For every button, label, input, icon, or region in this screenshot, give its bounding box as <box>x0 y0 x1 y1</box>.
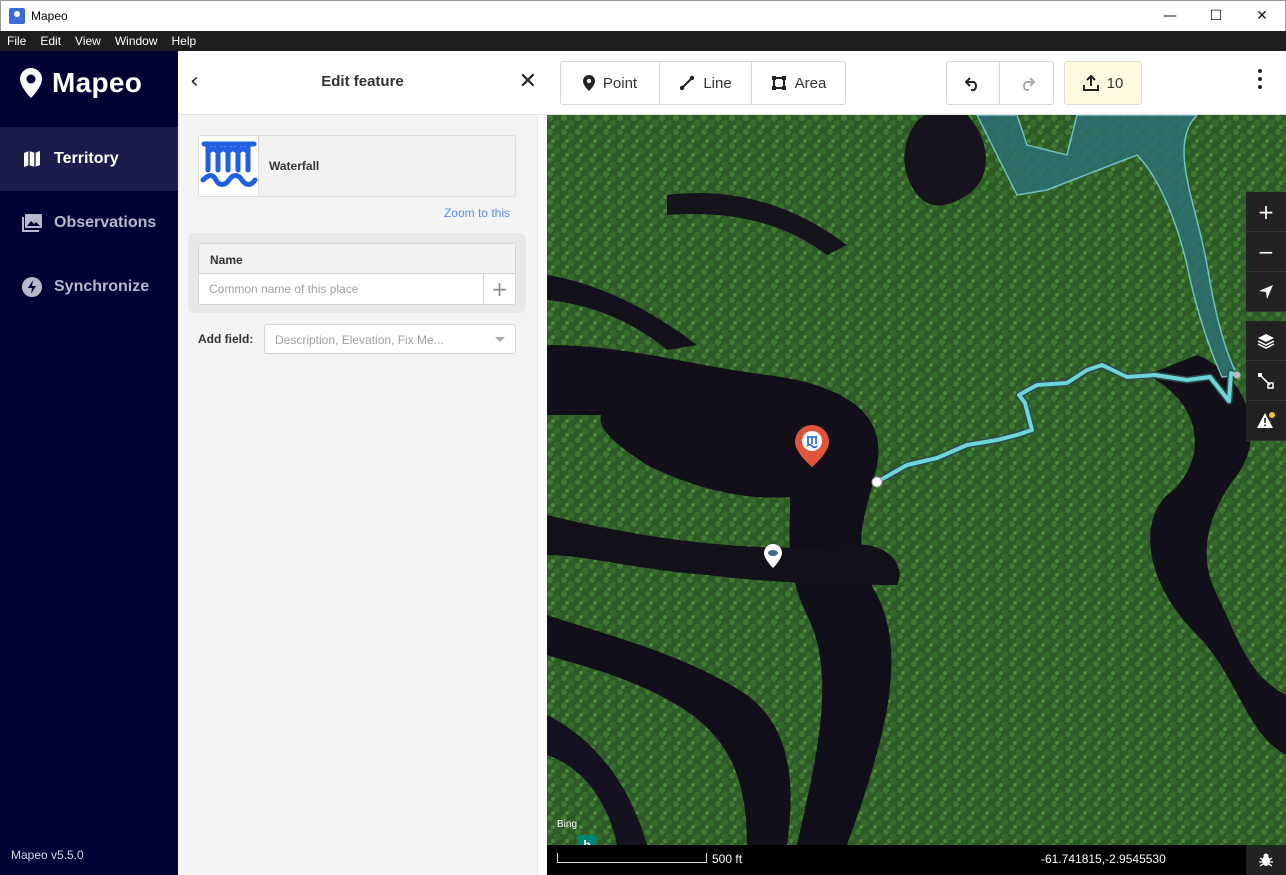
app-version: Mapeo v5.5.0 <box>11 848 84 862</box>
add-field-label: Add field: <box>198 332 254 346</box>
sidebar-item-observations[interactable]: Observations <box>0 191 178 255</box>
draw-tools: Point Line Area <box>560 61 846 105</box>
add-field-select[interactable]: Description, Elevation, Fix Me... <box>264 324 516 354</box>
bing-logo: b <box>577 835 597 845</box>
close-panel-button[interactable]: ✕ <box>519 69 537 94</box>
map-tools <box>1246 321 1286 441</box>
map-toolbar: Point Line Area 10 <box>547 51 1286 115</box>
bing-label: Bing <box>557 819 578 830</box>
add-line-button[interactable]: Line <box>660 62 752 104</box>
locate-button[interactable] <box>1246 272 1286 312</box>
add-field-placeholder: Description, Elevation, Fix Me... <box>275 333 444 347</box>
zoom-to-feature-link[interactable]: Zoom to this <box>444 206 510 220</box>
edit-geometry-button[interactable] <box>1246 361 1286 401</box>
upload-button[interactable]: 10 <box>1064 61 1142 105</box>
sidebar-item-label: Observations <box>54 214 157 231</box>
zoom-controls: + − <box>1246 192 1286 312</box>
scale-label: 500 ft <box>712 852 743 866</box>
point-label: Point <box>602 74 638 92</box>
satellite-imagery <box>547 115 1286 845</box>
redo-button[interactable] <box>1000 62 1053 104</box>
history-tools <box>946 61 1054 105</box>
upload-icon <box>1082 75 1099 91</box>
name-field-label: Name <box>199 244 515 274</box>
panel-scrollbar[interactable] <box>537 115 547 875</box>
bug-icon <box>1259 853 1273 867</box>
app-logo: Mapeo <box>20 67 142 99</box>
area-label: Area <box>794 74 827 92</box>
undo-button[interactable] <box>947 62 1000 104</box>
map-view[interactable]: + − b Bing <box>547 115 1286 845</box>
sidebar-item-synchronize[interactable]: Synchronize <box>0 255 178 319</box>
line-label: Line <box>703 74 732 92</box>
zoom-in-button[interactable]: + <box>1246 192 1286 232</box>
observation-marker[interactable] <box>764 544 782 568</box>
layers-button[interactable] <box>1246 321 1286 361</box>
menu-bar: File Edit View Window Help <box>0 31 1286 51</box>
zoom-out-button[interactable]: − <box>1246 232 1286 272</box>
point-icon <box>582 75 595 91</box>
chevron-down-icon <box>495 337 505 342</box>
scale-bar <box>557 853 707 863</box>
lightning-icon <box>22 277 42 297</box>
menu-view[interactable]: View <box>68 34 108 48</box>
sidebar-item-territory[interactable]: Territory <box>0 127 178 191</box>
issues-button[interactable] <box>1246 401 1286 441</box>
line-icon <box>679 75 695 91</box>
sidebar-item-label: Synchronize <box>54 278 150 295</box>
add-area-button[interactable]: Area <box>752 62 845 104</box>
vertex-icon <box>1258 372 1274 389</box>
locate-icon <box>1259 284 1273 299</box>
debug-button[interactable] <box>1246 845 1286 875</box>
preset-card[interactable]: Waterfall <box>198 135 516 197</box>
area-icon <box>771 75 787 91</box>
add-point-button[interactable]: Point <box>561 62 660 104</box>
menu-help[interactable]: Help <box>165 34 204 48</box>
cursor-coordinates: -61.741815,-2.9545530 <box>1041 852 1166 866</box>
window-titlebar: Mapeo — ☐ ✕ <box>0 0 1286 31</box>
edit-feature-panel: ‹ Edit feature ✕ Waterfall Zoom to this … <box>178 51 547 875</box>
photo-icon <box>22 213 42 233</box>
panel-title: Edit feature <box>321 73 404 90</box>
upload-count: 10 <box>1106 74 1124 92</box>
layers-icon <box>1257 333 1275 349</box>
selected-waterfall-marker[interactable] <box>795 425 829 467</box>
bing-attribution[interactable]: b Bing <box>557 819 597 845</box>
undo-icon <box>965 77 977 91</box>
app-icon <box>9 8 25 24</box>
location-pin-icon <box>20 68 42 98</box>
sidebar: Mapeo Territory Observations Synchronize… <box>0 51 178 875</box>
more-options-icon[interactable] <box>1258 69 1262 93</box>
map-footer: 500 ft -61.741815,-2.9545530 <box>547 845 1286 875</box>
sidebar-item-label: Territory <box>54 150 119 167</box>
add-translation-button[interactable]: + <box>484 274 515 304</box>
menu-window[interactable]: Window <box>108 34 165 48</box>
name-input[interactable] <box>199 274 484 304</box>
map-icon <box>22 149 42 169</box>
name-field: Name + <box>198 243 516 305</box>
menu-file[interactable]: File <box>0 34 33 48</box>
window-title: Mapeo <box>31 9 68 23</box>
close-window-button[interactable]: ✕ <box>1239 1 1285 31</box>
maximize-button[interactable]: ☐ <box>1193 1 1239 31</box>
minimize-button[interactable]: — <box>1147 1 1193 31</box>
warning-icon <box>1257 411 1275 428</box>
panel-header: ‹ Edit feature ✕ <box>178 51 547 115</box>
preset-name: Waterfall <box>269 159 320 173</box>
menu-edit[interactable]: Edit <box>33 34 68 48</box>
app-name: Mapeo <box>52 67 143 98</box>
waterfall-icon <box>199 136 259 196</box>
redo-icon <box>1022 77 1035 91</box>
